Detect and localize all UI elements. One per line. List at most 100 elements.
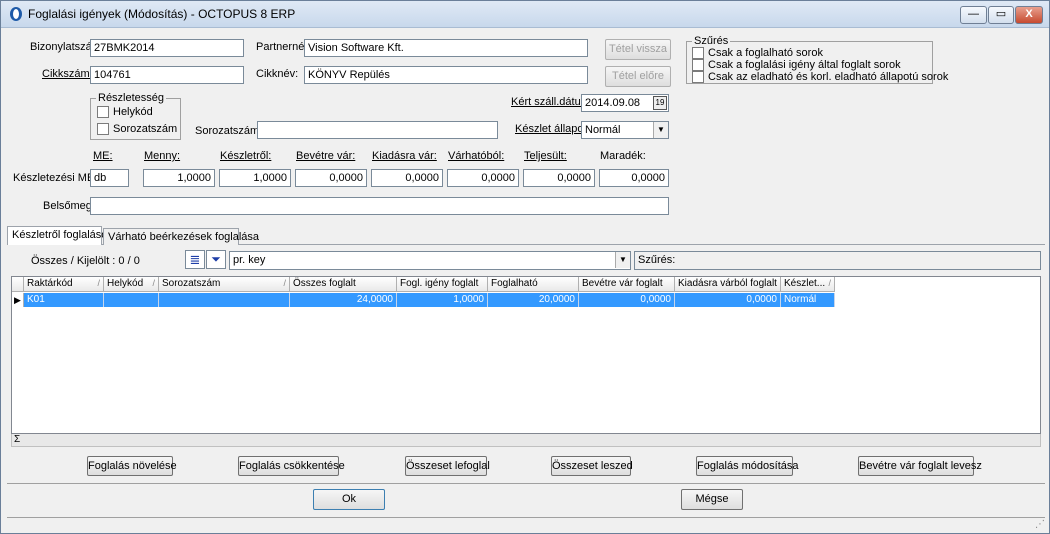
szures-filter-field[interactable]: Szűrés:: [634, 251, 1041, 270]
sum-icon: Σ: [14, 434, 21, 445]
column-header-raktarkod[interactable]: Raktárkód /: [24, 277, 104, 292]
main-window: Foglalási igények (Módosítás) - OCTOPUS …: [0, 0, 1050, 534]
varhatobol-field[interactable]: 0,0000: [447, 169, 519, 187]
tab-varhato-beerkezesek[interactable]: Várható beérkezések foglalása: [103, 228, 259, 245]
helykod-label: Helykód: [113, 106, 153, 118]
menny-header: Menny:: [144, 150, 181, 162]
szures-option-2-label: Csak a foglalási igény által foglalt sor…: [708, 59, 901, 71]
cell-bevetre-var-foglalt[interactable]: 0,0000: [579, 293, 675, 307]
column-header-helykod[interactable]: Helykód /: [104, 277, 159, 292]
sorozatszam-field-label: Sorozatszám:: [195, 125, 263, 137]
cikkszam-field[interactable]: 104761: [90, 66, 244, 84]
osszeset-leszed-button[interactable]: Összeset leszed: [551, 456, 633, 476]
divider: [7, 483, 1045, 484]
chevron-down-icon[interactable]: ▼: [615, 252, 630, 268]
count-text: Összes / Kijelölt : 0 / 0: [31, 255, 140, 267]
szures-option-2-checkbox[interactable]: [692, 59, 704, 71]
cikknev-label: Cikknév:: [256, 68, 299, 80]
title-bar: Foglalási igények (Módosítás) - OCTOPUS …: [1, 1, 1049, 28]
maximize-button[interactable]: ▭: [988, 6, 1014, 24]
keszlet-allapot-label[interactable]: Készlet állapot:: [515, 123, 590, 135]
keszletrol-field[interactable]: 1,0000: [219, 169, 291, 187]
szures-option-3-checkbox[interactable]: [692, 71, 704, 83]
filter-icon[interactable]: ⏷: [206, 250, 226, 269]
cell-kiadasra-varbol-foglalt[interactable]: 0,0000: [675, 293, 781, 307]
cell-keszlet[interactable]: Normál: [781, 293, 835, 307]
teljesult-field[interactable]: 0,0000: [523, 169, 595, 187]
sorozatszam-field[interactable]: [257, 121, 498, 139]
partnernev-field[interactable]: Vision Software Kft.: [304, 39, 588, 57]
kert-szall-datum-field[interactable]: 2014.09.08 19: [581, 94, 669, 112]
cell-osszes-foglalt[interactable]: 24,0000: [290, 293, 397, 307]
teljesult-header: Teljesült:: [524, 150, 567, 162]
belsomegj-field[interactable]: [90, 197, 669, 215]
chevron-down-icon[interactable]: ▼: [653, 122, 668, 138]
sorozatszam-checkbox-label: Sorozatszám: [113, 123, 178, 135]
maximize-icon: ▭: [995, 8, 1007, 20]
key-combo[interactable]: pr. key ▼: [229, 251, 631, 270]
reservations-grid: Raktárkód / Helykód / Sorozatszám / Összes …: [11, 276, 1041, 434]
column-header-bevetre-var-foglalt[interactable]: Bevétre vár foglalt: [579, 277, 675, 292]
keszlet-allapot-value: Normál: [585, 124, 621, 136]
current-row-arrow-icon: ▶: [12, 293, 24, 307]
status-divider: [7, 517, 1045, 518]
minimize-icon: —: [968, 8, 979, 20]
bevetre-var-foglalt-levesz-button[interactable]: Bevétre vár foglalt levesz: [858, 456, 982, 476]
keszletrol-header: Készletről:: [220, 150, 272, 162]
column-header-kiadasra-varbol-foglalt[interactable]: Kiadásra várból foglalt: [675, 277, 781, 292]
column-header-keszlet[interactable]: Készlet... /: [781, 277, 835, 292]
kiadasra-var-field[interactable]: 0,0000: [371, 169, 443, 187]
column-header-foglalhato[interactable]: Foglalható: [488, 277, 579, 292]
keszlet-allapot-select[interactable]: Normál ▼: [581, 121, 669, 139]
column-header-sorozatszam[interactable]: Sorozatszám /: [159, 277, 290, 292]
calendar-icon[interactable]: 19: [653, 96, 667, 110]
kiadasra-var-header: Kiadásra vár:: [372, 150, 437, 162]
foglalas-modositasa-button[interactable]: Foglalás módosítása: [696, 456, 799, 476]
minimize-button[interactable]: —: [960, 6, 987, 24]
sorozatszam-checkbox[interactable]: [97, 123, 109, 135]
summary-bar: Σ: [11, 434, 1041, 447]
row-indicator-header: [12, 277, 24, 292]
maradek-header: Maradék:: [600, 150, 646, 162]
column-header-osszes-foglalt[interactable]: Összes foglalt: [290, 277, 397, 292]
cell-raktarkod[interactable]: K01: [24, 293, 104, 307]
helykod-checkbox[interactable]: [97, 106, 109, 118]
cell-sorozatszam[interactable]: [159, 293, 290, 307]
maradek-field[interactable]: 0,0000: [599, 169, 669, 187]
foglalas-novelese-button[interactable]: Foglalás növelése: [87, 456, 177, 476]
kert-szall-datum-value: 2014.09.08: [585, 97, 641, 109]
cikkszam-label[interactable]: Cikkszám:: [42, 68, 93, 80]
cikknev-field[interactable]: KÖNYV Repülés: [304, 66, 588, 84]
column-header-fogl-igeny-foglalt[interactable]: Fogl. igény foglalt: [397, 277, 488, 292]
megse-button[interactable]: Mégse: [681, 489, 743, 510]
szures-option-3-label: Csak az eladható és korl. eladható állap…: [708, 71, 949, 83]
key-combo-value: pr. key: [233, 254, 266, 266]
tab-keszletrol-foglalasok[interactable]: Készletről foglalások: [7, 226, 113, 245]
varhatobol-header: Várhatóból:: [448, 150, 505, 162]
window-title: Foglalási igények (Módosítás) - OCTOPUS …: [28, 7, 296, 21]
me-header: ME:: [93, 150, 113, 162]
close-button[interactable]: X: [1015, 6, 1043, 24]
resize-grip-icon[interactable]: ⋰: [1035, 519, 1047, 531]
szures-option-1-label: Csak a foglalható sorok: [708, 47, 823, 59]
cell-fogl-igeny-foglalt[interactable]: 1,0000: [397, 293, 488, 307]
bevetre-var-header: Bevétre vár:: [296, 150, 356, 162]
szures-group-title: Szűrés: [692, 35, 731, 47]
keszletezesi-me-label: Készletezési ME: [13, 172, 95, 184]
close-icon: X: [1025, 8, 1033, 20]
osszeset-lefoglal-button[interactable]: Összeset lefoglal: [405, 456, 490, 476]
ok-button[interactable]: Ok: [313, 489, 385, 510]
reszletesseg-group-title: Részletesség: [96, 92, 167, 104]
bizonylatszam-field[interactable]: 27BMK2014: [90, 39, 244, 57]
column-chooser-icon[interactable]: ≣: [185, 250, 205, 269]
tetel-vissza-button[interactable]: Tétel vissza: [605, 39, 671, 60]
tetel-elore-button[interactable]: Tétel előre: [605, 66, 671, 87]
menny-field[interactable]: 1,0000: [143, 169, 215, 187]
szures-filter-label: Szűrés:: [638, 254, 676, 266]
cell-foglalhato[interactable]: 20,0000: [488, 293, 579, 307]
cell-helykod[interactable]: [104, 293, 159, 307]
bevetre-var-field[interactable]: 0,0000: [295, 169, 367, 187]
szures-option-1-checkbox[interactable]: [692, 47, 704, 59]
me-field[interactable]: db: [90, 169, 129, 187]
foglalas-csokkentese-button[interactable]: Foglalás csökkentése: [238, 456, 345, 476]
